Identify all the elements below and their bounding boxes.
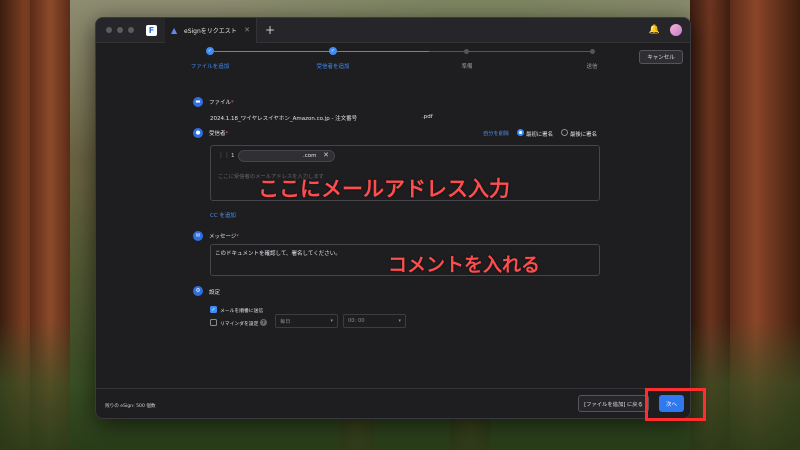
esign-icon: ▲ xyxy=(171,25,178,35)
remove-recipient-icon[interactable]: ✕ xyxy=(323,151,329,159)
file-section-title: ファイル* xyxy=(209,100,234,106)
step-label: 受信者を追加 xyxy=(316,64,350,70)
message-text: このドキュメントを確認して、署名してください。 xyxy=(215,251,341,257)
folder-icon: ▬ xyxy=(193,97,203,107)
avatar[interactable] xyxy=(670,24,682,36)
send-email-checkbox[interactable]: ✓ xyxy=(210,306,217,313)
recipient-order: 1 xyxy=(231,153,235,159)
annotation-highlight-box xyxy=(645,388,706,421)
step-label: ファイルを追加 xyxy=(190,64,230,70)
send-email-label: メールを順番に送信 xyxy=(220,309,264,314)
remove-self-link[interactable]: 自分を削除 xyxy=(483,130,509,137)
step-done-icon: ✓ xyxy=(206,47,214,55)
reminder-frequency-value: 毎日 xyxy=(280,318,291,325)
step-connector xyxy=(333,51,429,52)
close-window-button[interactable] xyxy=(106,27,112,33)
sign-last-radio[interactable] xyxy=(561,129,568,136)
settings-section-title: 設定 xyxy=(209,290,221,296)
title-bar: F ▲ eSignをリクエスト ✕ + 🔔 xyxy=(96,18,690,43)
tab-esign-request[interactable]: ▲ eSignをリクエスト ✕ xyxy=(165,18,257,43)
cancel-button[interactable]: キャンセル xyxy=(639,50,683,64)
step-label: 送信 xyxy=(586,64,598,70)
window-controls xyxy=(106,27,134,33)
person-icon: ● xyxy=(193,128,203,138)
back-to-add-file-button[interactable]: [ファイルを追加] に戻る xyxy=(578,395,649,412)
annotation-email-note: ここにメールアドレス入力 xyxy=(258,177,510,201)
step-active-icon: ✓ xyxy=(329,47,337,55)
recipient-chip[interactable]: .com ✕ xyxy=(238,150,335,162)
add-cc-link[interactable]: CC を追加 xyxy=(210,211,236,219)
annotation-comment-note: コメントを入れる xyxy=(388,254,541,276)
step-connector xyxy=(210,51,333,52)
app-logo-icon: F xyxy=(146,24,157,36)
bell-icon[interactable]: 🔔 xyxy=(649,25,660,35)
chevron-down-icon: ▾ xyxy=(398,318,401,324)
step-pending-icon xyxy=(590,49,595,54)
reminder-label: リマインダを設定 xyxy=(220,322,259,327)
drag-handle-icon[interactable]: ⋮⋮ xyxy=(218,152,230,159)
sign-first-radio[interactable] xyxy=(517,129,524,136)
help-icon[interactable]: ? xyxy=(260,319,267,326)
message-section-title: メッセージ* xyxy=(209,234,240,240)
tab-label: eSignをリクエスト xyxy=(184,27,237,35)
remaining-esign-count: 残りの eSign: 500 個数 xyxy=(105,404,156,409)
step-connector xyxy=(429,51,592,52)
minimize-window-button[interactable] xyxy=(117,27,123,33)
progress-stepper: ✓ ファイルを追加 ✓ 受信者を追加 準備 送信 xyxy=(96,43,690,87)
sign-first-label: 最初に署名 xyxy=(526,132,553,138)
new-tab-button[interactable]: + xyxy=(265,24,275,36)
reminder-time-value: 00: 00 xyxy=(348,318,365,324)
file-extension: .pdf xyxy=(422,114,433,120)
reminder-time-select[interactable]: 00: 00 ▾ xyxy=(343,314,406,328)
message-icon: ✉ xyxy=(193,231,203,241)
maximize-window-button[interactable] xyxy=(128,27,134,33)
reminder-checkbox[interactable] xyxy=(210,319,217,326)
reminder-frequency-select[interactable]: 毎日 ▾ xyxy=(275,314,338,328)
sign-last-label: 最後に署名 xyxy=(570,132,597,138)
step-pending-icon xyxy=(464,49,469,54)
file-name: 2024.1.18_ワイヤレスイヤホン_Amazon.co.jp - 注文番号 xyxy=(210,116,358,122)
recipient-email: .com xyxy=(303,153,317,159)
chevron-down-icon: ▾ xyxy=(330,318,333,324)
recipient-section-title: 受信者* xyxy=(209,131,229,137)
step-label: 準備 xyxy=(461,64,473,70)
gear-icon: ⚙ xyxy=(193,286,203,296)
tab-close-icon[interactable]: ✕ xyxy=(244,26,250,34)
footer-divider xyxy=(96,388,690,389)
app-window: F ▲ eSignをリクエスト ✕ + 🔔 ✓ ファイルを追加 ✓ 受信者を追加… xyxy=(95,17,691,419)
